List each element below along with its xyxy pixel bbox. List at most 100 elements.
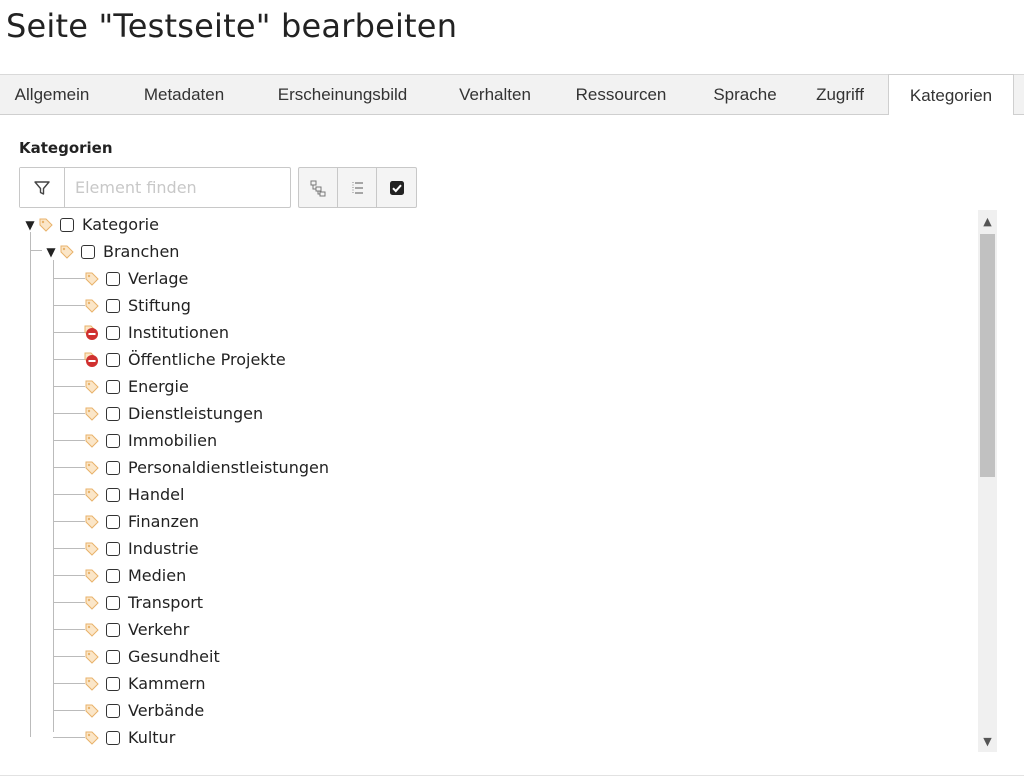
collapse-toggle-icon[interactable]: ▼: [44, 245, 58, 259]
tree-node-label: Branchen: [103, 242, 180, 261]
tab-kategorien[interactable]: Kategorien: [888, 74, 1014, 115]
tree-toolbar: [298, 167, 417, 208]
category-hidden-icon: [83, 324, 101, 342]
tree-node-label: Personaldienstleistungen: [128, 458, 329, 477]
tree-node-label: Gesundheit: [128, 647, 220, 666]
filter-icon[interactable]: [20, 168, 65, 207]
category-icon: [83, 567, 101, 585]
tree-node-item[interactable]: Institutionen: [83, 319, 229, 346]
tree-node-item[interactable]: Dienstleistungen: [83, 400, 263, 427]
tree-checkbox[interactable]: [106, 595, 120, 610]
tree-checkbox[interactable]: [106, 325, 120, 340]
category-icon: [83, 702, 101, 720]
filter-box: [19, 167, 291, 208]
tree-node-item[interactable]: Öffentliche Projekte: [83, 346, 286, 373]
tree-node-label: Verlage: [128, 269, 189, 288]
tree-node-item[interactable]: Verkehr: [83, 616, 189, 643]
tree-node-label: Institutionen: [128, 323, 229, 342]
tree-node-label: Industrie: [128, 539, 199, 558]
category-icon: [83, 729, 101, 747]
page-title: Seite "Testseite" bearbeiten: [6, 7, 458, 45]
tree-node-item[interactable]: Handel: [83, 481, 184, 508]
tree-node-label: Energie: [128, 377, 189, 396]
tree-checkbox[interactable]: [106, 379, 120, 394]
category-tree: ▼ Kategorie ▼ Branchen Verlage Stiftung In…: [19, 210, 1001, 752]
tree-node-item[interactable]: Transport: [83, 589, 203, 616]
tree-node-item[interactable]: Gesundheit: [83, 643, 220, 670]
tab-zugriff[interactable]: Zugriff: [800, 75, 880, 115]
tree-checkbox[interactable]: [106, 433, 120, 448]
scroll-down-icon[interactable]: ▼: [978, 732, 997, 750]
category-icon: [83, 540, 101, 558]
tree-node-item[interactable]: Energie: [83, 373, 189, 400]
category-icon: [83, 675, 101, 693]
tab-bar: Allgemein Metadaten Erscheinungsbild Ver…: [0, 74, 1024, 115]
tree-checkbox[interactable]: [106, 730, 120, 745]
collapse-toggle-icon[interactable]: ▼: [23, 218, 37, 232]
tree-node-label: Verkehr: [128, 620, 190, 639]
tree-checkbox[interactable]: [106, 406, 120, 421]
tree-node-label: Medien: [128, 566, 187, 585]
tree-checkbox[interactable]: [106, 676, 120, 691]
tree-node-label: Stiftung: [128, 296, 191, 315]
tree-node-item[interactable]: Stiftung: [83, 292, 191, 319]
tree-checkbox[interactable]: [106, 460, 120, 475]
tree-checkbox[interactable]: [106, 298, 120, 313]
tab-verhalten[interactable]: Verhalten: [440, 75, 550, 115]
tree-node-label: Immobilien: [128, 431, 218, 450]
category-icon: [37, 216, 55, 234]
tree-checkbox[interactable]: [106, 541, 120, 556]
tab-allgemein[interactable]: Allgemein: [2, 75, 102, 115]
tree-checkbox[interactable]: [60, 217, 74, 232]
tree-checkbox[interactable]: [81, 244, 95, 259]
tree-node-label: Öffentliche Projekte: [128, 350, 286, 369]
tree-node-item[interactable]: Kammern: [83, 670, 205, 697]
category-icon: [83, 459, 101, 477]
tree-node-item[interactable]: Personaldienstleistungen: [83, 454, 329, 481]
tree-node-item[interactable]: Finanzen: [83, 508, 199, 535]
tree-node-label: Verbände: [128, 701, 205, 720]
divider: [0, 775, 1024, 776]
tree-node-label: Transport: [128, 593, 204, 612]
tab-sprache[interactable]: Sprache: [695, 75, 795, 115]
tab-content-panel: Kategorien Element finden ▼ Kategorie ▼ …: [0, 115, 1024, 782]
tab-erscheinungsbild[interactable]: Erscheinungsbild: [255, 75, 430, 115]
scroll-thumb[interactable]: [980, 234, 995, 477]
tree-node-label: Kategorie: [82, 215, 159, 234]
category-icon: [83, 594, 101, 612]
search-input[interactable]: [65, 168, 290, 207]
tree-node-label: Kultur: [128, 728, 176, 747]
scroll-up-icon[interactable]: ▲: [978, 212, 997, 230]
tree-checkbox[interactable]: [106, 271, 120, 286]
tree-node-group[interactable]: ▼ Branchen: [44, 238, 179, 265]
category-icon: [83, 621, 101, 639]
tree-node-item[interactable]: Verlage: [83, 265, 188, 292]
tree-node-item[interactable]: Immobilien: [83, 427, 217, 454]
tab-metadaten[interactable]: Metadaten: [118, 75, 250, 115]
category-icon: [58, 243, 76, 261]
list-collapse-icon[interactable]: [338, 168, 377, 207]
tree-scrollbar[interactable]: ▲ ▼: [978, 210, 997, 752]
checked-only-icon[interactable]: [377, 168, 416, 207]
category-icon: [83, 648, 101, 666]
tree-node-root[interactable]: ▼ Kategorie: [23, 211, 159, 238]
category-icon: [83, 486, 101, 504]
tree-node-label: Handel: [128, 485, 185, 504]
tree-checkbox[interactable]: [106, 352, 120, 367]
tree-node-item[interactable]: Medien: [83, 562, 186, 589]
tree-node-item[interactable]: Verbände: [83, 697, 204, 724]
tree-expand-icon[interactable]: [299, 168, 338, 207]
category-icon: [83, 297, 101, 315]
tree-checkbox[interactable]: [106, 622, 120, 637]
tree-checkbox[interactable]: [106, 649, 120, 664]
tree-checkbox[interactable]: [106, 487, 120, 502]
tree-node-item[interactable]: Industrie: [83, 535, 199, 562]
tree-checkbox[interactable]: [106, 514, 120, 529]
category-icon: [83, 513, 101, 531]
tree-checkbox[interactable]: [106, 703, 120, 718]
tree-node-item[interactable]: Kultur: [83, 724, 175, 751]
tab-ressourcen[interactable]: Ressourcen: [556, 75, 686, 115]
tree-node-label: Dienstleistungen: [128, 404, 264, 423]
section-label: Kategorien: [19, 139, 113, 157]
tree-checkbox[interactable]: [106, 568, 120, 583]
